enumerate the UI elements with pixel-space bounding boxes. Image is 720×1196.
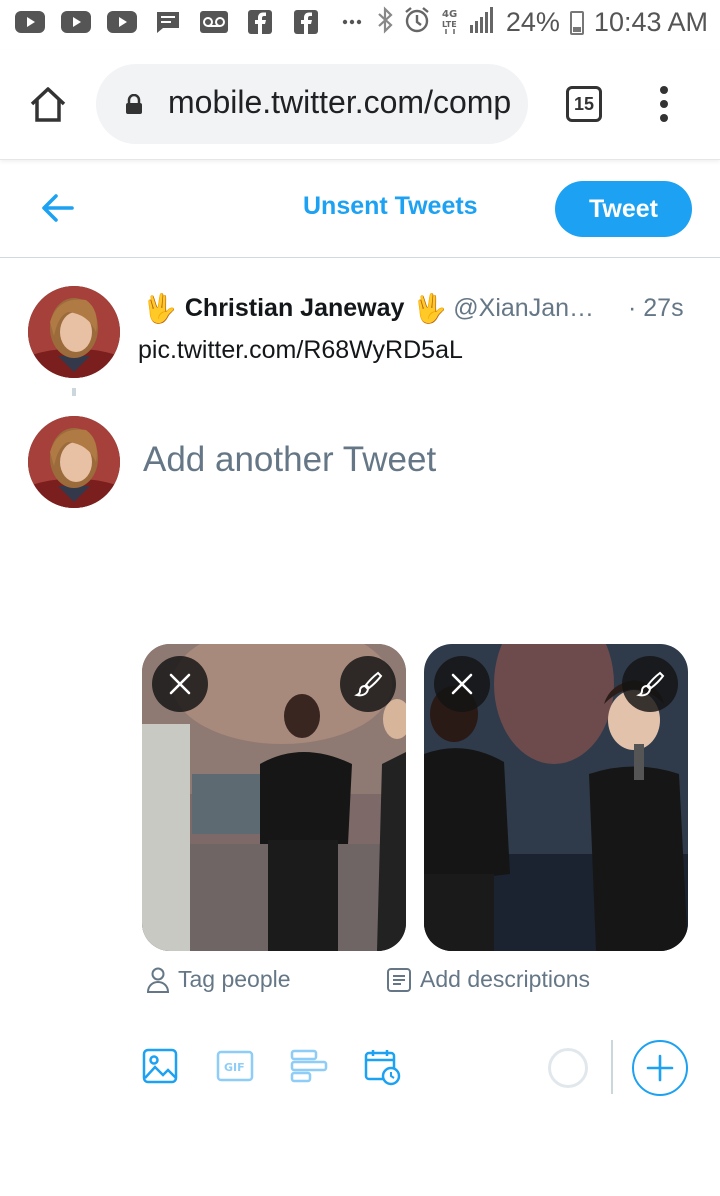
- system-status: 4G LTE 24% 10:43 AM: [376, 6, 708, 39]
- avatar: [28, 416, 120, 508]
- thread-connector: [72, 388, 76, 396]
- compose-header: Unsent Tweets Tweet: [0, 160, 720, 258]
- brush-icon: [354, 671, 383, 697]
- edit-media-button[interactable]: [622, 656, 678, 712]
- youtube-icon: [14, 10, 46, 34]
- brush-icon: [636, 671, 665, 697]
- voicemail-icon: [198, 10, 230, 34]
- network-type-icon: 4G LTE: [440, 6, 460, 39]
- attached-photo[interactable]: [142, 644, 406, 951]
- home-icon: [30, 87, 66, 122]
- menu-dot: [660, 114, 668, 122]
- gif-icon: GIF: [216, 1050, 254, 1082]
- back-arrow-icon: [42, 194, 74, 222]
- facebook-icon: [244, 10, 276, 34]
- display-name: Christian Janeway: [184, 294, 405, 322]
- lock-icon: [126, 94, 142, 114]
- vulcan-salute-emoji: 🖖: [142, 293, 177, 324]
- tweet-text[interactable]: pic.twitter.com/R68WyRD5aL: [138, 336, 463, 365]
- add-tweet-button[interactable]: [632, 1040, 688, 1096]
- avatar-image: [28, 416, 120, 508]
- tweet-button[interactable]: Tweet: [555, 181, 692, 237]
- image-icon: [142, 1048, 178, 1084]
- poll-icon: [290, 1049, 328, 1083]
- calendar-clock-icon: [364, 1050, 401, 1086]
- user-handle: @XianJan…: [453, 294, 595, 322]
- schedule-button[interactable]: [364, 1048, 401, 1086]
- character-count-ring: [548, 1048, 588, 1088]
- alarm-icon: [404, 6, 430, 39]
- url-text[interactable]: mobile.twitter.com/compose/tweet: [168, 84, 510, 121]
- tag-people-label: Tag people: [178, 966, 291, 992]
- menu-dot: [660, 100, 668, 108]
- gif-button[interactable]: GIF: [216, 1048, 254, 1084]
- add-another-tweet-input[interactable]: Add another Tweet: [143, 440, 436, 480]
- attached-photo[interactable]: [424, 644, 688, 951]
- vulcan-salute-emoji: 🖖: [412, 293, 448, 324]
- add-descriptions-label: Add descriptions: [420, 966, 591, 992]
- home-button[interactable]: [28, 84, 68, 124]
- menu-dot: [660, 86, 668, 94]
- description-icon: [387, 967, 411, 992]
- media-button[interactable]: [142, 1048, 178, 1084]
- address-bar[interactable]: mobile.twitter.com/compose/tweet: [96, 64, 528, 144]
- svg-text:4G: 4G: [442, 9, 457, 20]
- tweet-author-line: 🖖 Christian Janeway 🖖 @XianJan…: [142, 292, 594, 325]
- youtube-icon: [60, 10, 92, 34]
- browser-toolbar: mobile.twitter.com/compose/tweet 15: [0, 50, 720, 160]
- edit-media-button[interactable]: [340, 656, 396, 712]
- notification-icons: [14, 10, 368, 34]
- unsent-tweets-link[interactable]: Unsent Tweets: [303, 192, 478, 221]
- signal-icon: [469, 7, 496, 38]
- tag-people-button[interactable]: Tag people: [146, 966, 291, 993]
- status-bar: 4G LTE 24% 10:43 AM: [0, 0, 720, 50]
- facebook-icon: [290, 10, 322, 34]
- youtube-icon: [106, 10, 138, 34]
- close-icon: [451, 673, 473, 695]
- battery-icon: [569, 10, 584, 35]
- svg-text:GIF: GIF: [224, 1061, 245, 1074]
- person-icon: [146, 967, 170, 993]
- battery-percent: 24%: [505, 7, 560, 37]
- message-icon: [152, 10, 184, 34]
- avatar[interactable]: [28, 286, 120, 378]
- browser-menu-button[interactable]: [652, 84, 676, 124]
- tweet-timestamp: · 27s: [628, 294, 684, 322]
- bluetooth-icon: [376, 6, 394, 39]
- toolbar-divider: [611, 1040, 613, 1094]
- close-icon: [169, 673, 191, 695]
- plus-icon: [646, 1054, 674, 1082]
- svg-text:LTE: LTE: [442, 20, 457, 29]
- tab-switcher-button[interactable]: 15: [566, 86, 602, 122]
- clock: 10:43 AM: [593, 7, 708, 37]
- remove-media-button[interactable]: [434, 656, 490, 712]
- more-icon: [336, 10, 368, 34]
- remove-media-button[interactable]: [152, 656, 208, 712]
- back-button[interactable]: [40, 190, 76, 226]
- avatar-image: [28, 286, 120, 378]
- add-descriptions-button[interactable]: Add descriptions: [386, 966, 590, 993]
- poll-button[interactable]: [290, 1048, 328, 1084]
